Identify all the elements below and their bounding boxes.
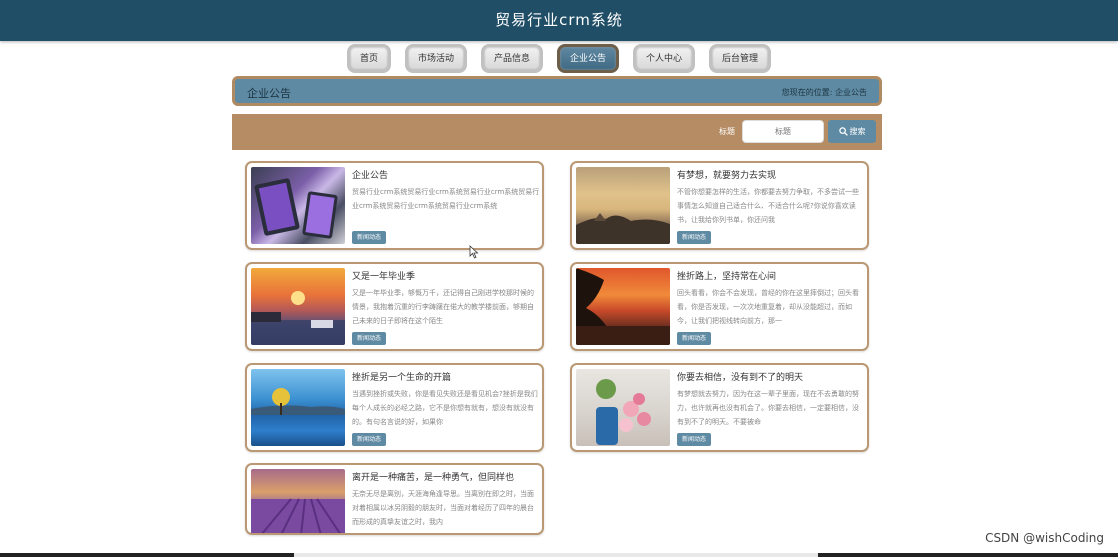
nav-item-personal-center[interactable]: 个人中心 (633, 44, 696, 73)
announcement-card[interactable]: 挫折路上，坚持常在心间 回头看看，你会不会发现，曾经的你在这里摔倒过；回头看看，… (570, 262, 869, 351)
announcement-card[interactable]: 离开是一种痛苦，是一种勇气，但同样也 无奈无尽是离别，天涯海角逢导思。当离别在即… (245, 463, 544, 535)
news-tag-button[interactable]: 新闻动态 (677, 433, 712, 446)
nav-item-admin[interactable]: 后台管理 (709, 44, 772, 73)
mouse-cursor-icon (469, 245, 479, 259)
search-icon (838, 127, 848, 136)
announcement-thumbnail (251, 369, 345, 446)
tree-sunset-image-icon (576, 268, 670, 345)
announcement-thumbnail (251, 167, 345, 244)
announcement-card[interactable]: 有梦想，就要努力去实现 不管你想要怎样的生活，你都要去努力争取，不多尝试一些事情… (570, 161, 869, 250)
app-header: 贸易行业crm系统 (0, 0, 1118, 41)
announcement-card[interactable]: 企业公告 贸易行业crm系统贸易行业crm系统贸易行业crm系统贸易行业crm系… (245, 161, 544, 250)
breadcrumb-bar: 企业公告 您现在的位置: 企业公告 (232, 76, 882, 106)
announcement-title[interactable]: 你要去相信，没有到不了的明天 (677, 370, 862, 383)
news-tag-button[interactable]: 新闻动态 (677, 231, 712, 244)
announcement-title[interactable]: 又是一年毕业季 (352, 269, 537, 282)
announcement-summary: 有梦想就去努力，因为在这一辈子里面，现在不去勇敢的努力，也许就再也没有机会了。你… (677, 390, 859, 426)
announcement-summary: 不管你想要怎样的生活，你都要去努力争取，不多尝试一些事情怎么知道自己适合什么、不… (677, 188, 859, 224)
announcement-title[interactable]: 挫折是另一个生命的开篇 (352, 370, 537, 383)
breadcrumb-current[interactable]: 企业公告 (835, 88, 867, 97)
mountain-image-icon (576, 213, 670, 244)
announcement-summary: 当遇到挫折或失败，你是看见失败还是看见机会?挫折是我们每个人成长的必经之路，它不… (352, 390, 538, 426)
announcement-title[interactable]: 企业公告 (352, 168, 537, 181)
announcement-summary: 贸易行业crm系统贸易行业crm系统贸易行业crm系统贸易行业crm系统贸易行业… (352, 188, 540, 210)
page-title: 企业公告 (247, 87, 291, 100)
nav-item-market-activity[interactable]: 市场活动 (404, 44, 467, 73)
nav-item-home[interactable]: 首页 (346, 44, 391, 73)
news-tag-button[interactable]: 新闻动态 (352, 332, 387, 345)
announcement-title[interactable]: 离开是一种痛苦，是一种勇气，但同样也 (352, 470, 537, 483)
flowers-image-icon (596, 379, 651, 445)
watermark: CSDN @wishCoding (985, 531, 1104, 545)
breadcrumb: 您现在的位置: 企业公告 (782, 87, 867, 98)
main-nav: 首页 市场活动 产品信息 企业公告 个人中心 后台管理 (0, 44, 1118, 74)
announcement-thumbnail (576, 268, 670, 345)
search-bar: 标题 搜索 (232, 114, 882, 150)
announcement-card[interactable]: 挫折是另一个生命的开篇 当遇到挫折或失败，你是看见失败还是看见机会?挫折是我们每… (245, 363, 544, 452)
search-input[interactable] (742, 120, 824, 143)
phone-image-icon (254, 178, 338, 239)
search-button-label: 搜索 (849, 127, 866, 136)
announcement-summary: 又是一年毕业季，够慨万千，还记得自己刚进学校那时候的情景，我抱着沉重的行李踌躇在… (352, 289, 534, 325)
announcement-card[interactable]: 你要去相信，没有到不了的明天 有梦想就去努力，因为在这一辈子里面，现在不去勇敢的… (570, 363, 869, 452)
announcement-title[interactable]: 有梦想，就要努力去实现 (677, 168, 862, 181)
announcement-summary: 回头看看，你会不会发现，曾经的你在这里摔倒过；回头看看，你是否发现，一次次地重复… (677, 289, 859, 325)
breadcrumb-label: 您现在的位置: (781, 88, 833, 97)
news-tag-button[interactable]: 新闻动态 (677, 332, 712, 345)
announcement-thumbnail (251, 469, 345, 533)
lake-tree-image-icon (251, 388, 345, 415)
search-label: 标题 (719, 127, 735, 136)
news-tag-button[interactable]: 新闻动态 (352, 433, 387, 446)
announcement-thumbnail (576, 369, 670, 446)
search-button[interactable]: 搜索 (828, 120, 876, 143)
lavender-field-image-icon (251, 498, 345, 533)
nav-item-product-info[interactable]: 产品信息 (480, 44, 543, 73)
announcement-title[interactable]: 挫折路上，坚持常在心间 (677, 269, 862, 282)
sunset-image-icon (251, 291, 345, 345)
news-tag-button[interactable]: 新闻动态 (352, 231, 387, 244)
announcement-thumbnail (576, 167, 670, 244)
taskbar-strip (0, 553, 1118, 557)
app-title: 贸易行业crm系统 (495, 11, 623, 29)
announcement-thumbnail (251, 268, 345, 345)
nav-item-announcements[interactable]: 企业公告 (557, 44, 620, 73)
announcement-summary: 无奈无尽是离别，天涯海角逢导思。当离别在即之时，当面对着相属以冰另阴毅的朋友时，… (352, 490, 534, 526)
announcement-card[interactable]: 又是一年毕业季 又是一年毕业季，够慨万千，还记得自己刚进学校那时候的情景，我抱着… (245, 262, 544, 351)
